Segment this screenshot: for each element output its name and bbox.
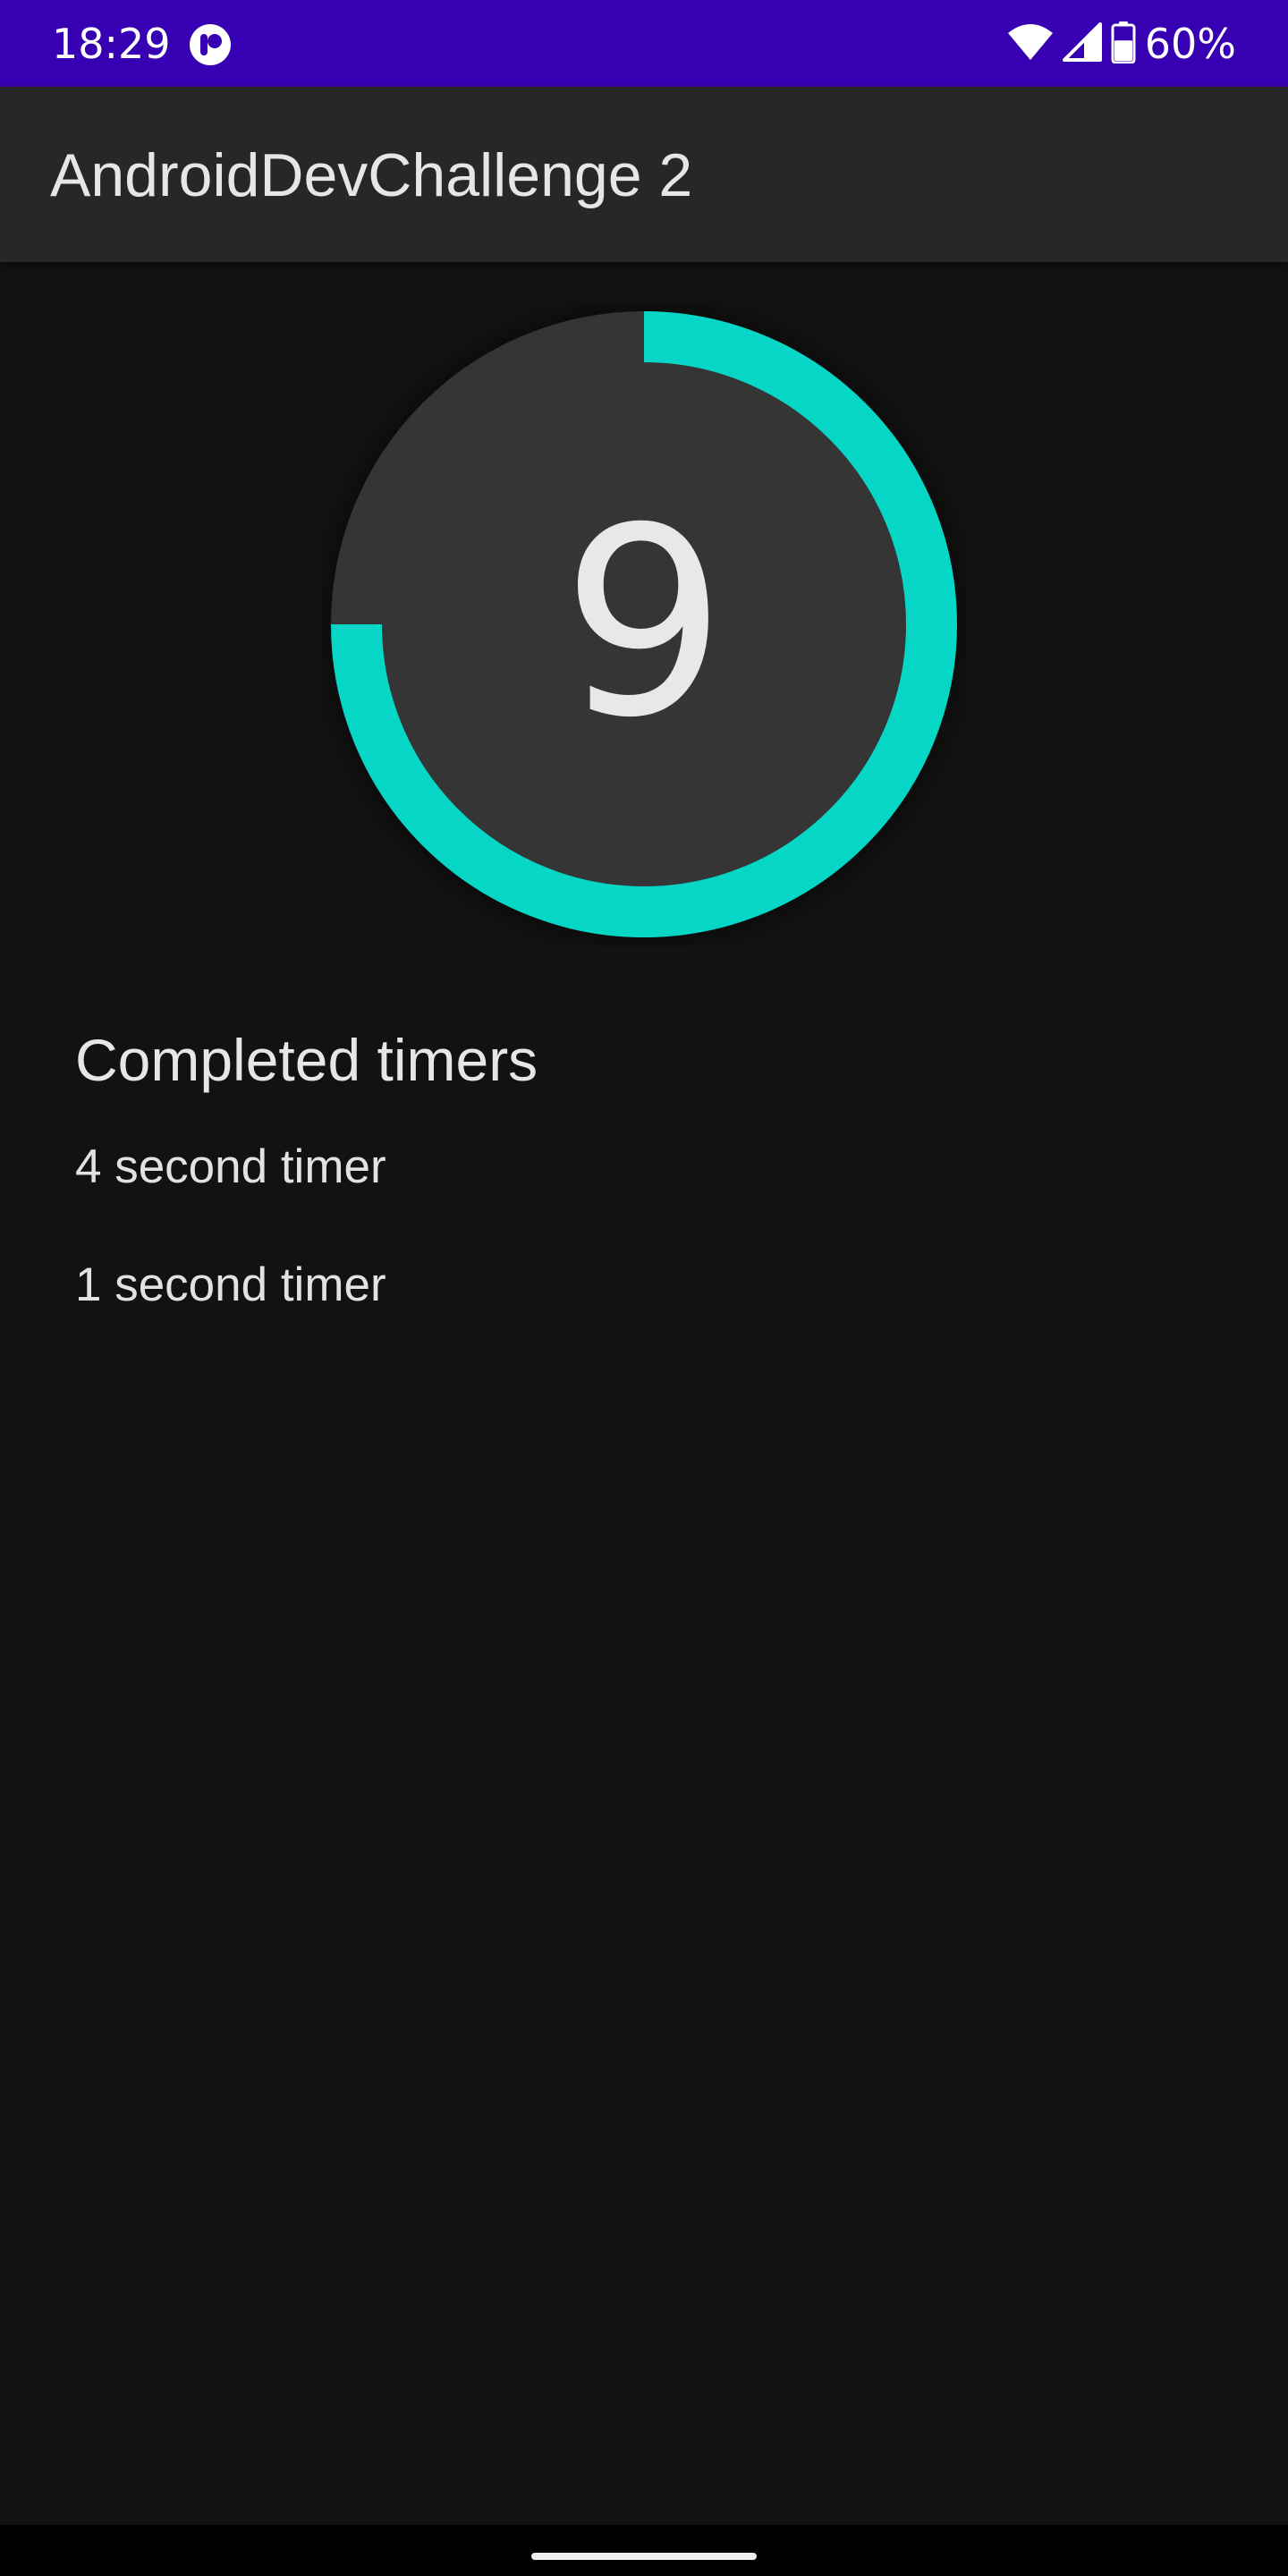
completed-timers-title: Completed timers	[75, 1027, 538, 1093]
countdown-timer: 9	[322, 302, 966, 946]
cellular-signal-icon	[1062, 21, 1102, 66]
battery-icon	[1111, 21, 1136, 68]
status-time: 18:29	[52, 20, 171, 68]
completed-timers-section: Completed timers 4 second timer 1 second…	[75, 1020, 1211, 1372]
wifi-icon	[1007, 22, 1054, 66]
status-icons: 60%	[1007, 20, 1236, 68]
status-bar: 18:29 60%	[0, 0, 1288, 87]
completed-timer-item: 4 second timer	[75, 1140, 386, 1193]
app-title: AndroidDevChallenge 2	[50, 141, 693, 209]
timer-remaining-seconds: 9	[561, 473, 727, 775]
battery-percent: 60%	[1144, 20, 1236, 68]
navigation-bar	[0, 2525, 1288, 2576]
completed-timers-list: 4 second timer 1 second timer	[75, 1136, 1211, 1317]
app-notification-icon	[189, 23, 232, 66]
top-app-bar: AndroidDevChallenge 2	[0, 87, 1288, 262]
completed-timer-item: 1 second timer	[75, 1258, 386, 1311]
gesture-home-handle[interactable]	[531, 2553, 757, 2560]
